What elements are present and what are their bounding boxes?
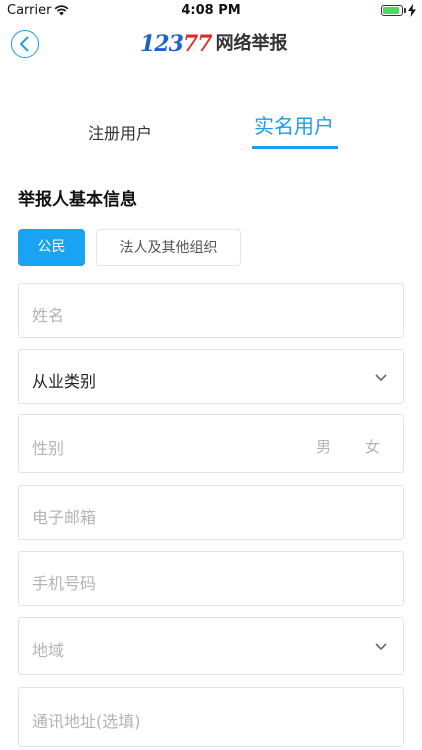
battery-icon: [381, 5, 403, 16]
active-tab-indicator: [252, 146, 338, 149]
gender-female-option[interactable]: 女: [365, 436, 380, 457]
occupation-label: 从业类别: [32, 372, 97, 391]
citizen-button[interactable]: 公民: [18, 229, 85, 266]
gender-field: 性别 男 女: [18, 414, 404, 473]
logo-number: 12377: [140, 31, 213, 57]
logo-text: 网络举报: [215, 33, 288, 54]
back-button[interactable]: [11, 30, 39, 58]
occupation-select[interactable]: 从业类别: [18, 349, 404, 404]
organization-button[interactable]: 法人及其他组织: [96, 229, 241, 266]
email-placeholder: 电子邮箱: [32, 508, 97, 527]
phone-field[interactable]: 手机号码: [18, 551, 404, 606]
battery-tip: [404, 8, 406, 13]
email-field[interactable]: 电子邮箱: [18, 485, 404, 540]
phone-placeholder: 手机号码: [32, 574, 97, 593]
section-title: 举报人基本信息: [18, 190, 137, 210]
chevron-down-icon: [375, 643, 387, 651]
user-type-tabs: 注册用户 实名用户: [0, 110, 422, 154]
chevron-left-icon: [19, 36, 29, 52]
app-logo: 12377 网络举报: [140, 31, 288, 57]
clock-label: 4:08 PM: [181, 3, 241, 18]
region-select[interactable]: 地域: [18, 617, 404, 675]
gender-placeholder: 性别: [32, 439, 65, 458]
region-placeholder: 地域: [32, 641, 65, 660]
gender-male-option[interactable]: 男: [316, 436, 331, 457]
status-bar: Carrier 4:08 PM: [0, 0, 422, 22]
address-placeholder: 通讯地址(选填): [32, 712, 141, 731]
name-placeholder: 姓名: [32, 306, 65, 325]
tab-registered-user[interactable]: 注册用户: [80, 120, 160, 164]
chevron-down-icon: [375, 374, 387, 382]
charging-icon: [408, 4, 416, 17]
name-field[interactable]: 姓名: [18, 283, 404, 338]
address-field[interactable]: 通讯地址(选填): [18, 687, 404, 747]
